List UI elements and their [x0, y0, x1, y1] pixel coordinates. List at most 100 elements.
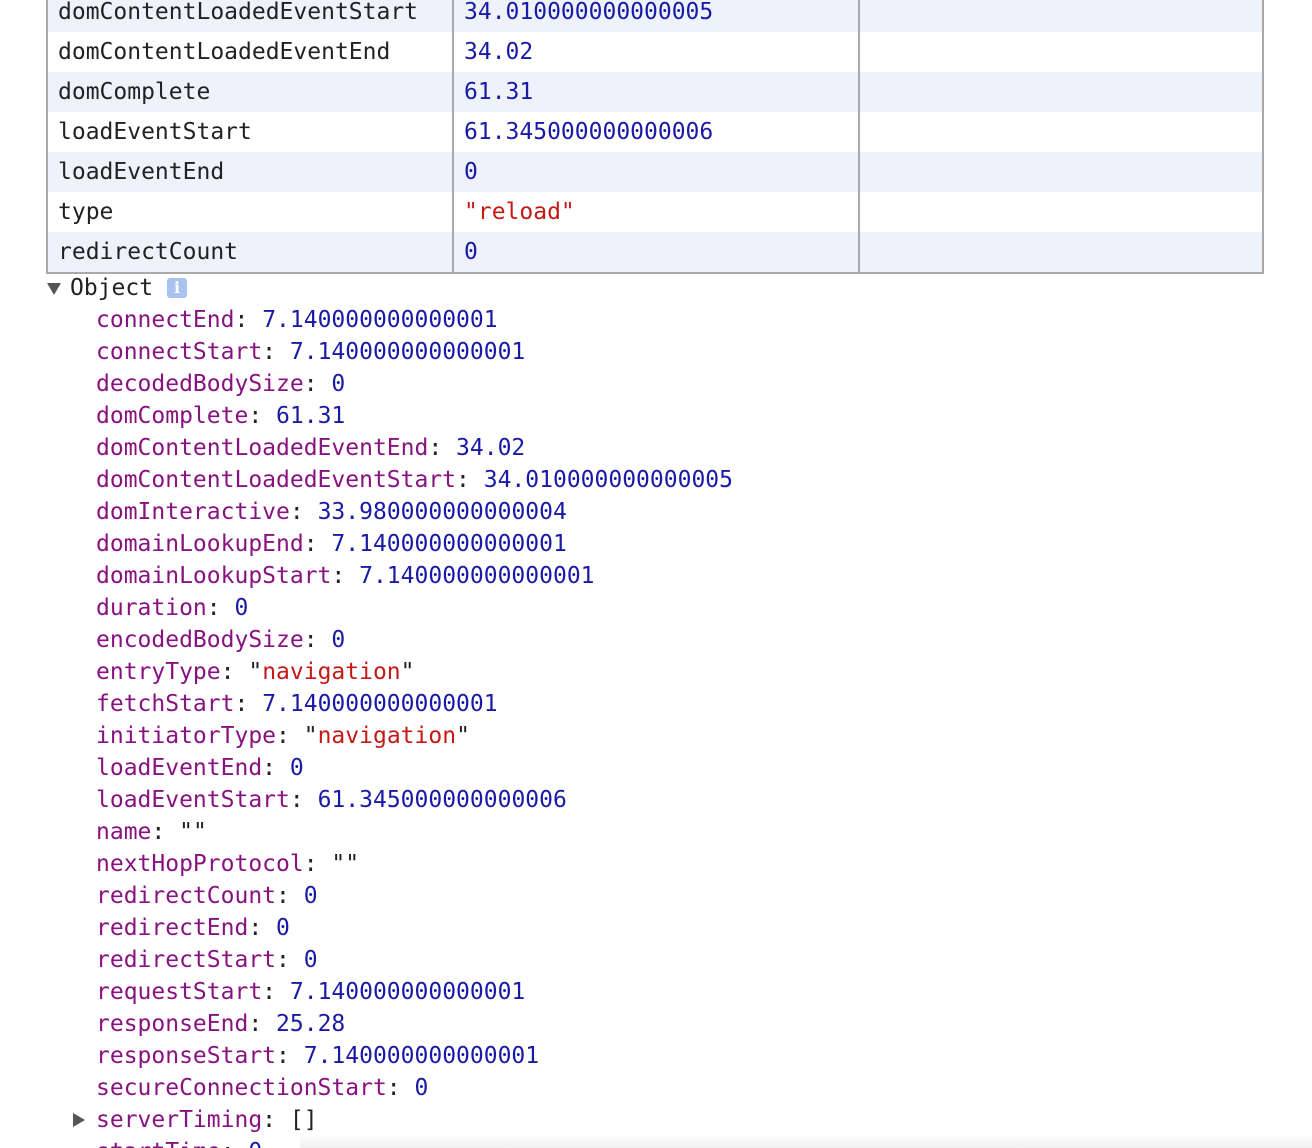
property-item: entryType: "navigation": [96, 656, 733, 688]
property-value: 0: [289, 755, 304, 781]
table-cell-empty: [858, 72, 1264, 112]
property-key: redirectStart: [96, 947, 277, 973]
table-cell-empty: [858, 192, 1264, 232]
property-key: requestStart: [96, 979, 263, 1005]
property-value: 25.28: [276, 1011, 346, 1037]
property-value: 7.140000000000001: [289, 979, 526, 1005]
quote-mark: ": [400, 659, 415, 685]
property-value: 34.010000000000005: [483, 467, 733, 493]
property-item: requestStart: 7.140000000000001: [96, 976, 733, 1008]
quote-mark: ": [303, 723, 318, 749]
table-cell-value: 61.31: [452, 72, 860, 112]
console-table: domContentLoadedEventStart 34.01000000000…: [46, 0, 1264, 274]
property-value: 33.980000000000004: [317, 499, 567, 525]
property-value: 7.140000000000001: [359, 563, 595, 589]
property-value: navigation: [262, 659, 401, 685]
expand-triangle-icon[interactable]: [70, 1112, 86, 1128]
table-row: domContentLoadedEventStart 34.01000000000…: [46, 0, 1264, 32]
property-value: 0: [276, 915, 290, 941]
property-colon: :: [248, 403, 277, 429]
property-item: redirectCount: 0: [96, 880, 733, 912]
property-key: connectStart: [96, 339, 263, 365]
property-colon: :: [206, 595, 235, 621]
property-item: responseEnd: 25.28: [96, 1008, 733, 1040]
property-item: initiatorType: "navigation": [96, 720, 733, 752]
expand-triangle-icon[interactable]: [46, 280, 62, 296]
property-item: domainLookupEnd: 7.140000000000001: [96, 528, 733, 560]
property-value: 61.31: [276, 403, 346, 429]
property-item: duration: 0: [96, 592, 733, 624]
property-colon: :: [248, 1011, 277, 1037]
property-item: responseStart: 7.140000000000001: [96, 1040, 733, 1072]
property-value: 0: [248, 1139, 262, 1148]
property-key: domainLookupEnd: [96, 531, 304, 557]
property-colon: :: [331, 563, 360, 589]
table-row: loadEventEnd 0: [46, 152, 1264, 192]
table-cell-empty: [858, 232, 1264, 273]
property-colon: :: [303, 851, 332, 877]
property-value: 0: [303, 947, 318, 973]
table-row: domComplete 61.31: [46, 72, 1264, 112]
property-value: 61.345000000000006: [317, 787, 567, 813]
property-colon: :: [428, 435, 457, 461]
table-cell-key: redirectCount: [46, 232, 454, 273]
property-colon: :: [289, 499, 318, 525]
property-key: domContentLoadedEventEnd: [96, 435, 429, 461]
property-value: navigation: [317, 723, 457, 749]
property-value: []: [289, 1107, 318, 1133]
quote-mark: ": [248, 659, 263, 685]
property-item[interactable]: serverTiming: []: [73, 1104, 733, 1136]
table-cell-value: "reload": [452, 192, 860, 232]
table-cell-key: domContentLoadedEventEnd: [46, 32, 454, 72]
property-colon: :: [456, 467, 484, 493]
property-value: 7.140000000000001: [289, 339, 526, 365]
property-value: 0: [414, 1075, 429, 1101]
table-cell-empty: [858, 112, 1264, 152]
property-key: redirectEnd: [96, 915, 249, 941]
property-key: domainLookupStart: [96, 563, 332, 589]
property-value: 7.140000000000001: [262, 307, 498, 333]
table-cell-empty: [858, 152, 1264, 192]
table-row: domContentLoadedEventEnd 34.02: [46, 32, 1264, 72]
property-key: domContentLoadedEventStart: [96, 467, 457, 493]
property-item: domContentLoadedEventStart: 34.010000000…: [96, 464, 733, 496]
property-item: loadEventStart: 61.345000000000006: [96, 784, 733, 816]
property-colon: :: [262, 755, 290, 781]
property-item: startTime: 0: [96, 1136, 733, 1148]
table-cell-empty: [858, 0, 1264, 32]
property-colon: :: [151, 819, 180, 845]
property-value: 0: [331, 627, 346, 653]
property-value: 34.02: [456, 435, 526, 461]
table-cell-value: 34.02: [452, 32, 860, 72]
property-colon: :: [221, 1139, 249, 1148]
property-value: 7.140000000000001: [262, 691, 498, 717]
property-item: domComplete: 61.31: [96, 400, 733, 432]
console-table-body: domContentLoadedEventStart 34.01000000000…: [46, 0, 1264, 273]
property-key: responseStart: [96, 1043, 277, 1069]
property-item: domContentLoadedEventEnd: 34.02: [96, 432, 733, 464]
property-key: decodedBodySize: [96, 371, 304, 397]
property-colon: :: [303, 371, 332, 397]
property-item: connectStart: 7.140000000000001: [96, 336, 733, 368]
property-key: initiatorType: [96, 723, 277, 749]
table-cell-key: type: [46, 192, 454, 232]
property-colon: :: [303, 531, 332, 557]
property-colon: :: [303, 627, 332, 653]
property-key: startTime: [96, 1139, 221, 1148]
property-value: "": [179, 819, 207, 845]
property-colon: :: [276, 723, 304, 749]
object-header[interactable]: Object i: [46, 274, 188, 302]
property-key: fetchStart: [96, 691, 235, 717]
property-key: entryType: [96, 659, 221, 685]
table-row: type "reload": [46, 192, 1264, 232]
property-colon: :: [276, 1043, 304, 1069]
property-value: "": [331, 851, 360, 877]
property-key: nextHopProtocol: [96, 851, 304, 877]
property-key: serverTiming: [96, 1107, 263, 1133]
property-item: secureConnectionStart: 0: [96, 1072, 733, 1104]
property-key: loadEventStart: [96, 787, 290, 813]
property-key: responseEnd: [96, 1011, 249, 1037]
property-item: redirectEnd: 0: [96, 912, 733, 944]
property-colon: :: [262, 979, 290, 1005]
info-icon[interactable]: i: [167, 278, 188, 298]
